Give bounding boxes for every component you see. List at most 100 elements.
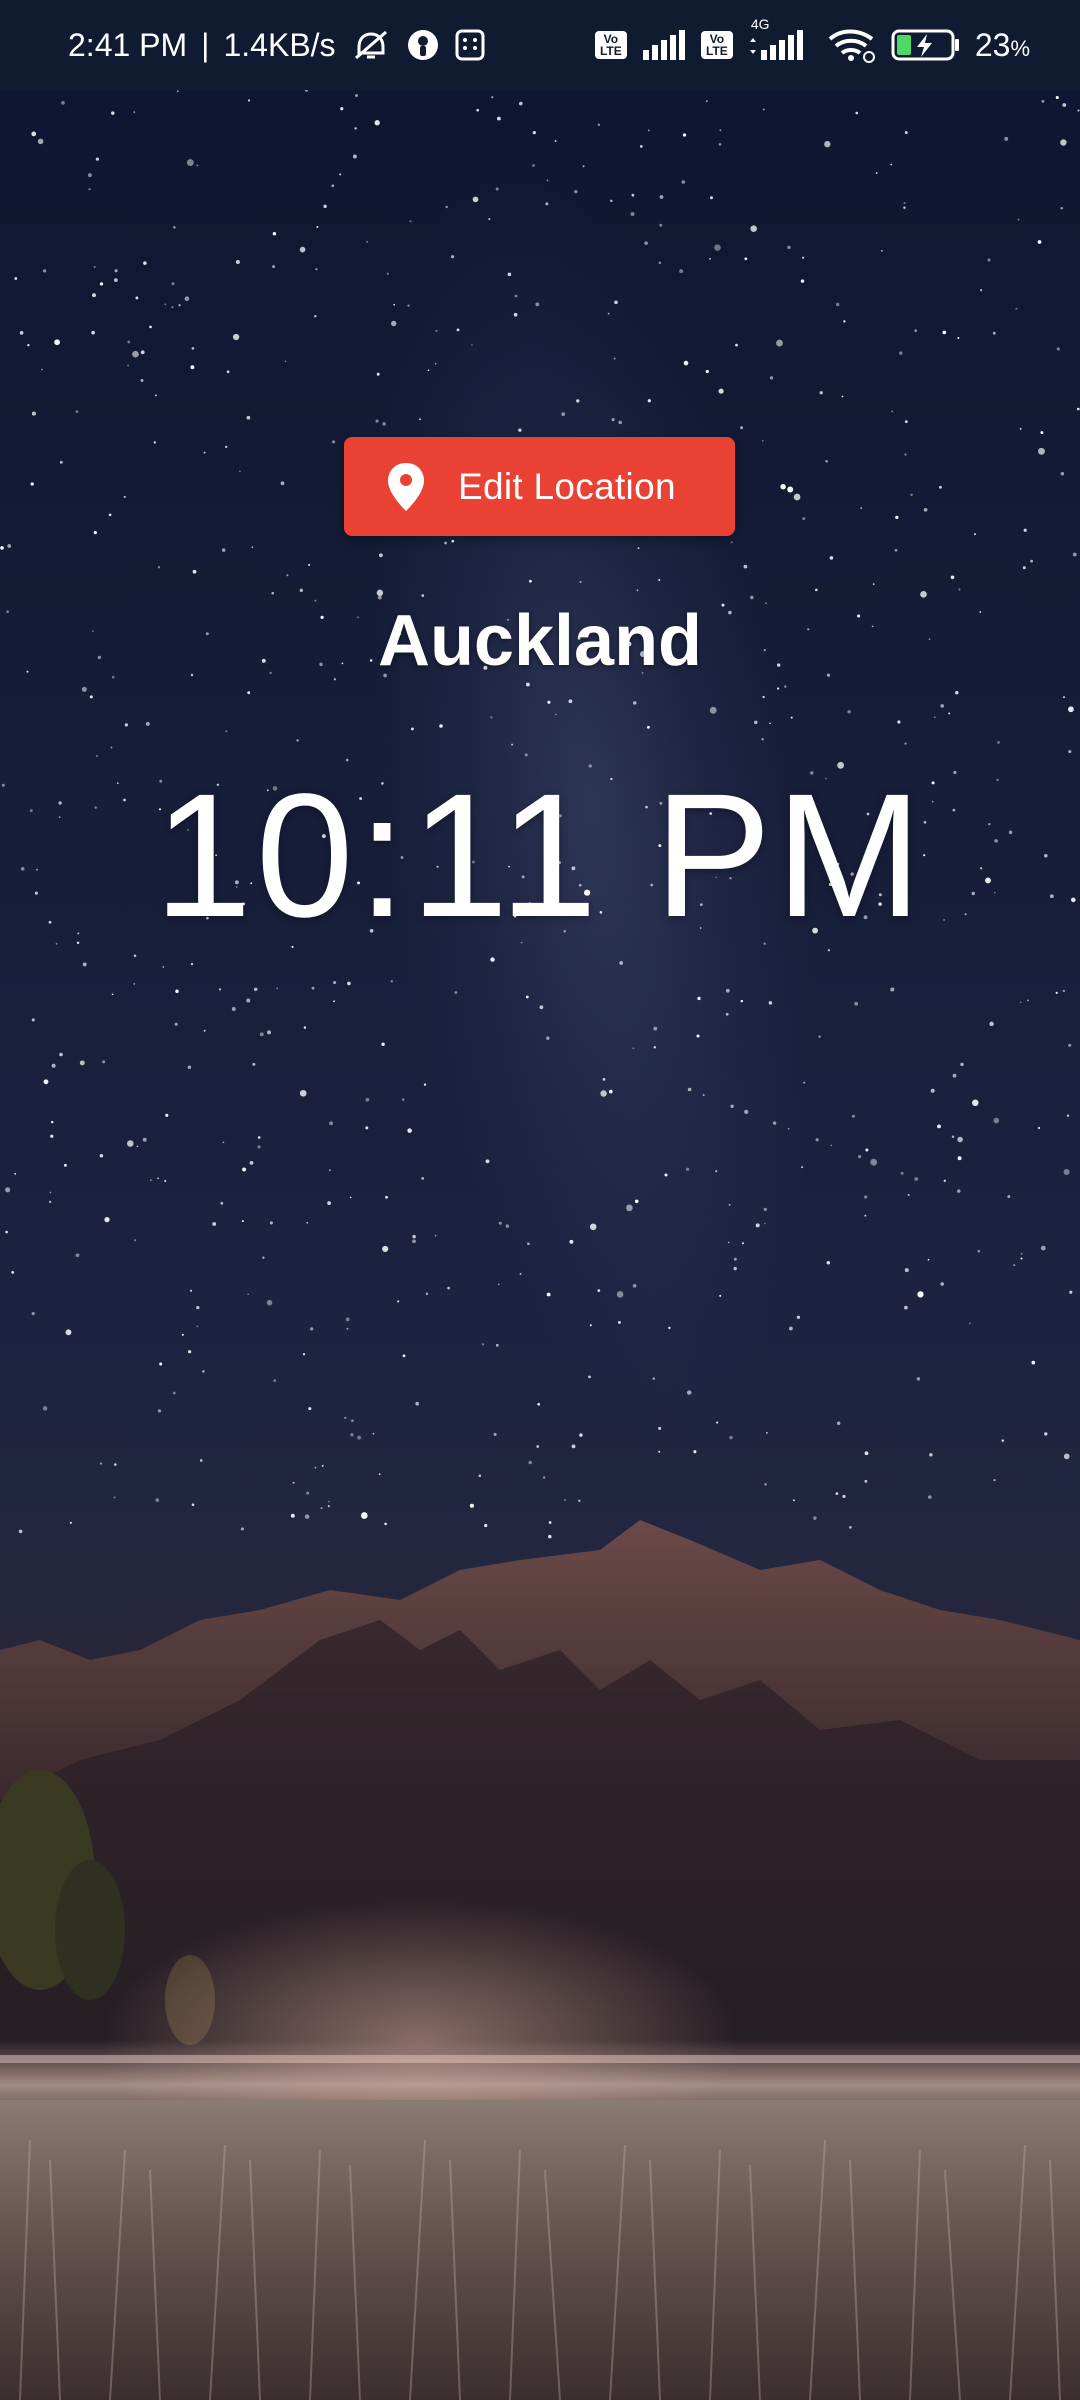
star <box>173 226 176 229</box>
star <box>192 569 197 574</box>
star <box>490 716 493 719</box>
star <box>1055 991 1058 994</box>
status-bar-right: Vo LTE Vo LTE 4G 23% <box>594 16 1030 64</box>
star <box>927 1258 930 1261</box>
star <box>709 258 711 260</box>
star <box>331 184 335 187</box>
star <box>65 1329 72 1336</box>
star <box>1023 528 1027 532</box>
star <box>529 579 532 583</box>
star <box>930 1088 935 1093</box>
star <box>928 1495 932 1499</box>
volte-icon: Vo LTE <box>700 31 733 59</box>
star <box>733 1266 737 1271</box>
star <box>697 996 701 1001</box>
star <box>344 1416 347 1420</box>
star <box>354 127 357 130</box>
star <box>1063 1453 1070 1460</box>
star <box>940 704 944 708</box>
star <box>476 108 480 112</box>
star <box>203 451 206 454</box>
signal-4g-icon: 4G <box>747 16 813 60</box>
star <box>196 164 199 167</box>
star <box>379 553 383 558</box>
star <box>246 415 251 420</box>
star <box>93 531 97 535</box>
star <box>381 1042 385 1047</box>
star <box>613 357 616 360</box>
star <box>589 1223 597 1231</box>
star <box>802 256 805 259</box>
star <box>276 987 279 990</box>
star <box>940 1282 944 1286</box>
star <box>176 90 179 93</box>
star <box>979 288 983 292</box>
star <box>718 388 724 394</box>
star <box>714 244 721 251</box>
star <box>454 991 458 994</box>
star <box>495 187 499 191</box>
star <box>11 1271 15 1274</box>
star <box>0 546 4 550</box>
star <box>957 337 960 339</box>
star <box>157 1409 162 1413</box>
star <box>743 564 748 569</box>
star <box>764 1222 766 1225</box>
star <box>1001 1439 1005 1442</box>
star <box>1055 95 1059 100</box>
star <box>546 1036 550 1040</box>
star <box>1020 1257 1023 1260</box>
star <box>203 1029 206 1032</box>
star <box>589 1324 592 1327</box>
star <box>299 1089 307 1097</box>
star <box>372 1432 375 1435</box>
edit-location-button[interactable]: Edit Location <box>344 437 735 536</box>
star <box>899 351 903 355</box>
star <box>92 293 96 298</box>
star <box>19 331 24 335</box>
star <box>434 1234 437 1237</box>
star <box>190 365 195 370</box>
star <box>894 548 898 552</box>
star <box>157 566 161 569</box>
star <box>914 1177 919 1181</box>
star <box>447 1286 450 1290</box>
star <box>750 225 757 232</box>
star <box>150 1179 152 1181</box>
star <box>108 513 112 517</box>
star <box>339 173 342 176</box>
star <box>907 1193 910 1197</box>
star <box>390 320 397 327</box>
star <box>124 723 129 727</box>
star <box>687 1390 692 1395</box>
star <box>1041 99 1045 103</box>
star <box>546 1292 551 1297</box>
star <box>306 1221 309 1224</box>
star <box>333 1000 335 1003</box>
star <box>471 344 473 346</box>
star <box>647 399 651 403</box>
star <box>140 378 144 383</box>
star <box>407 304 410 307</box>
star <box>1019 427 1022 430</box>
star <box>31 411 36 416</box>
star <box>75 410 79 414</box>
star <box>579 1433 583 1437</box>
star <box>247 1293 250 1296</box>
star <box>340 107 344 111</box>
star <box>617 1320 621 1324</box>
star <box>385 1195 388 1199</box>
star <box>574 190 578 194</box>
star <box>535 302 540 307</box>
star <box>89 695 93 699</box>
star <box>681 180 686 184</box>
star <box>41 368 43 371</box>
star <box>311 986 315 990</box>
star <box>127 364 129 367</box>
star <box>251 546 254 549</box>
star <box>765 1431 768 1434</box>
star <box>247 99 251 102</box>
star <box>1040 431 1044 435</box>
star <box>299 588 303 592</box>
star <box>421 1177 425 1180</box>
